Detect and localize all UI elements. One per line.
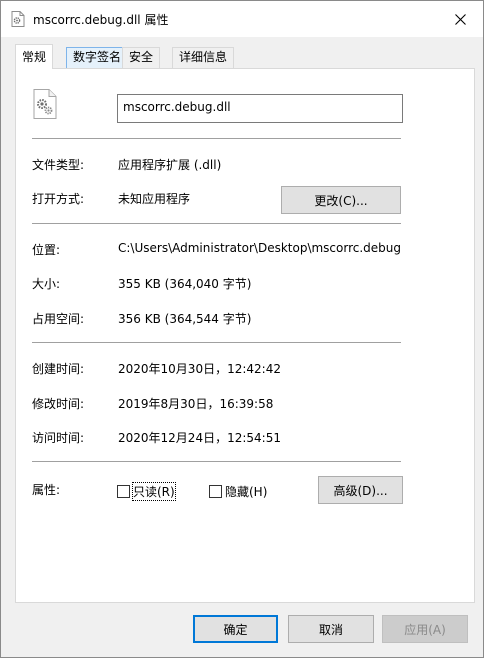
- readonly-checkbox-label: 只读(R): [132, 482, 176, 501]
- created-value: 2020年10月30日，12:42:42: [118, 362, 281, 376]
- size-label: 大小:: [32, 277, 61, 291]
- readonly-checkbox-box[interactable]: [117, 485, 130, 498]
- divider: [32, 223, 401, 224]
- accessed-value: 2020年12月24日，12:54:51: [118, 431, 281, 445]
- general-panel: mscorrc.debug.dll 文件类型: 应用程序扩展 (.dll) 打开…: [15, 68, 475, 603]
- hidden-checkbox-box[interactable]: [209, 485, 222, 498]
- location-label: 位置:: [32, 243, 61, 257]
- opens-with-value: 未知应用程序: [118, 192, 191, 206]
- ok-button[interactable]: 确定: [193, 615, 278, 643]
- tab-digital-signature[interactable]: 数字签名: [66, 47, 129, 68]
- location-value: C:\Users\Administrator\Desktop\mscorrc.d…: [118, 241, 402, 255]
- tab-details[interactable]: 详细信息: [172, 47, 235, 68]
- file-type-label: 文件类型:: [32, 158, 85, 172]
- advanced-button[interactable]: 高级(D)...: [318, 476, 403, 504]
- apply-button[interactable]: 应用(A): [382, 615, 468, 643]
- tab-general[interactable]: 常规: [15, 44, 54, 69]
- size-on-disk-label: 占用空间:: [32, 312, 85, 326]
- size-value: 355 KB (364,040 字节): [118, 277, 252, 291]
- divider: [32, 461, 401, 462]
- tab-security[interactable]: 安全: [122, 47, 161, 68]
- divider: [32, 138, 401, 139]
- dll-gear-file-icon: [33, 89, 57, 119]
- window-title: mscorrc.debug.dll 属性: [33, 13, 169, 27]
- attributes-label: 属性:: [32, 483, 61, 497]
- readonly-checkbox[interactable]: 只读(R): [117, 482, 176, 501]
- modified-value: 2019年8月30日，16:39:58: [118, 397, 274, 411]
- cancel-button[interactable]: 取消: [288, 615, 374, 643]
- title-bar[interactable]: mscorrc.debug.dll 属性: [1, 1, 483, 37]
- close-button[interactable]: [437, 1, 483, 37]
- change-button[interactable]: 更改(C)...: [281, 186, 401, 214]
- size-on-disk-value: 356 KB (364,544 字节): [118, 312, 252, 326]
- modified-label: 修改时间:: [32, 397, 85, 411]
- file-name-input[interactable]: mscorrc.debug.dll: [117, 94, 403, 123]
- tab-strip: 常规 数字签名 安全 详细信息: [15, 44, 475, 69]
- accessed-label: 访问时间:: [32, 431, 85, 445]
- dll-file-icon: [11, 11, 25, 27]
- hidden-checkbox[interactable]: 隐藏(H): [209, 483, 267, 500]
- created-label: 创建时间:: [32, 362, 85, 376]
- file-type-value: 应用程序扩展 (.dll): [118, 158, 222, 172]
- properties-dialog: mscorrc.debug.dll 属性 常规 数字签名 安全 详细信息 msc…: [0, 0, 484, 658]
- opens-with-label: 打开方式:: [32, 192, 85, 206]
- close-icon: [454, 13, 466, 25]
- divider: [32, 342, 401, 343]
- hidden-checkbox-label: 隐藏(H): [225, 485, 268, 499]
